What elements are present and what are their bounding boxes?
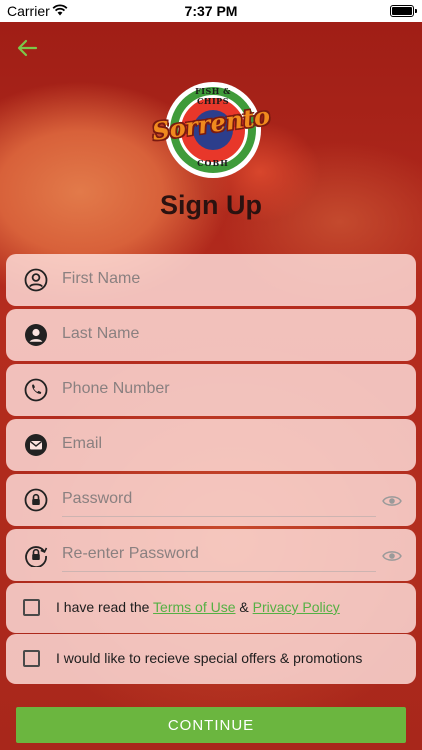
terms-checkbox[interactable] xyxy=(23,599,40,616)
sorrento-logo: FISH & CHIPS Sorrento COBH xyxy=(143,82,279,178)
offers-label: I would like to recieve special offers &… xyxy=(56,650,363,666)
battery-icon xyxy=(390,5,417,17)
offers-checkbox[interactable] xyxy=(23,650,40,667)
terms-text: I have read the Terms of Use & Privacy P… xyxy=(56,599,340,615)
phone-input[interactable] xyxy=(62,374,380,404)
confirm-password-input[interactable] xyxy=(62,539,380,569)
status-bar: Carrier 7:37 PM xyxy=(0,0,422,22)
last-name-field xyxy=(6,309,416,361)
terms-joiner: & xyxy=(235,599,253,615)
terms-prefix: I have read the xyxy=(56,599,154,615)
eye-icon[interactable] xyxy=(382,549,402,563)
lock-icon xyxy=(24,488,48,512)
password-input[interactable] xyxy=(62,484,380,514)
last-name-input[interactable] xyxy=(62,319,380,349)
lock-reset-icon xyxy=(25,546,48,567)
password-field xyxy=(6,474,416,526)
offers-row: I would like to recieve special offers &… xyxy=(6,634,416,684)
logo-top-text: FISH & CHIPS xyxy=(195,86,231,106)
privacy-policy-link[interactable]: Privacy Policy xyxy=(253,599,340,615)
email-input[interactable] xyxy=(62,429,380,459)
email-field xyxy=(6,419,416,471)
first-name-input[interactable] xyxy=(62,264,380,294)
password-underline xyxy=(62,516,376,517)
terms-of-use-link[interactable]: Terms of Use xyxy=(153,599,235,615)
email-icon xyxy=(25,434,47,456)
terms-row: I have read the Terms of Use & Privacy P… xyxy=(6,583,416,633)
phone-icon xyxy=(24,378,48,402)
eye-icon[interactable] xyxy=(382,494,402,508)
first-name-field xyxy=(6,254,416,306)
continue-button[interactable]: CONTINUE xyxy=(16,707,406,743)
phone-field xyxy=(6,364,416,416)
user-outline-icon xyxy=(24,268,48,292)
confirm-password-underline xyxy=(62,571,376,572)
back-button[interactable] xyxy=(14,36,42,60)
user-filled-icon xyxy=(25,324,47,346)
confirm-password-field xyxy=(6,529,416,581)
back-arrow-icon xyxy=(17,39,38,57)
logo-bottom-text: COBH xyxy=(197,158,229,168)
page-title: Sign Up xyxy=(160,190,262,220)
status-time: 7:37 PM xyxy=(184,3,238,19)
